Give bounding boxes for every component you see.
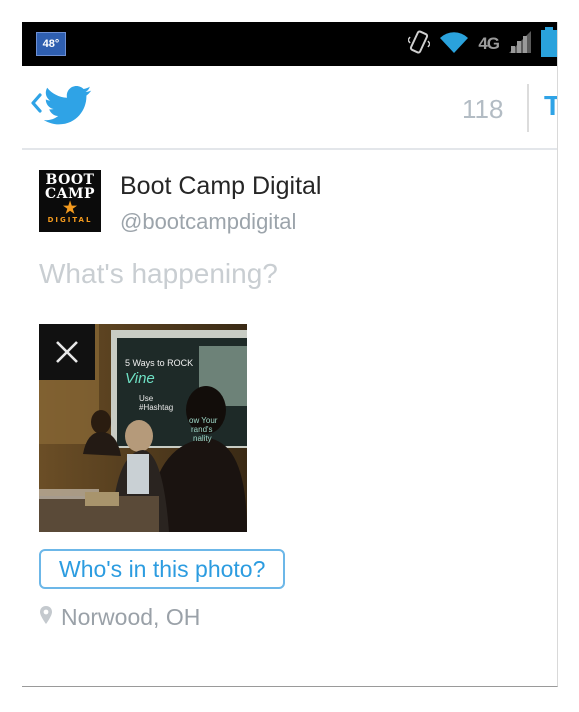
signal-icon	[507, 29, 533, 60]
back-chevron-icon[interactable]	[30, 93, 42, 118]
user-handle: @bootcampdigital	[120, 209, 297, 234]
slide-item-2: #Hashtag	[139, 403, 174, 412]
tweet-text-input[interactable]	[39, 254, 519, 294]
weather-badge: 48°	[36, 32, 66, 56]
avatar-logo-text-1: BOOT	[45, 172, 95, 188]
tag-people-button[interactable]: Who's in this photo?	[39, 549, 286, 589]
slide-item-4: rand's	[191, 425, 213, 434]
battery-icon	[541, 26, 557, 62]
slide-item-5: nality	[193, 434, 212, 443]
character-count: 118	[462, 94, 504, 124]
slide-item-1: Use	[139, 394, 154, 403]
avatar-logo-text-3: DIGITAL	[47, 216, 93, 224]
status-bar: 48° 4G	[22, 22, 557, 66]
action-bar: 118 T	[22, 66, 557, 150]
user-display-name: Boot Camp Digital	[120, 172, 322, 200]
vibrate-icon	[407, 29, 432, 60]
slide-brand: Vine	[125, 370, 155, 387]
location-pin-icon	[39, 605, 53, 630]
wifi-icon	[438, 29, 470, 60]
location-indicator[interactable]: Norwood, OH	[39, 604, 200, 631]
tweet-button[interactable]: T	[544, 90, 557, 122]
avatar: BOOT CAMP ★ DIGITAL	[39, 170, 101, 232]
slide-title: 5 Ways to ROCK	[125, 358, 194, 368]
action-divider	[527, 84, 529, 132]
remove-photo-button[interactable]	[39, 324, 95, 380]
network-type-label: 4G	[478, 34, 500, 53]
twitter-bird-icon[interactable]	[43, 86, 92, 131]
close-icon	[56, 341, 78, 363]
location-label: Norwood, OH	[61, 604, 201, 630]
compose-tweet-screen: 48° 4G 118 BOOT CAMP ★ DIGITAL Boot Camp…	[22, 22, 558, 687]
attached-photo: 5 Ways to ROCK Vine Use #Hashtag ow Your…	[39, 324, 247, 532]
slide-item-3: ow Your	[189, 416, 218, 425]
star-icon: ★	[62, 198, 78, 217]
